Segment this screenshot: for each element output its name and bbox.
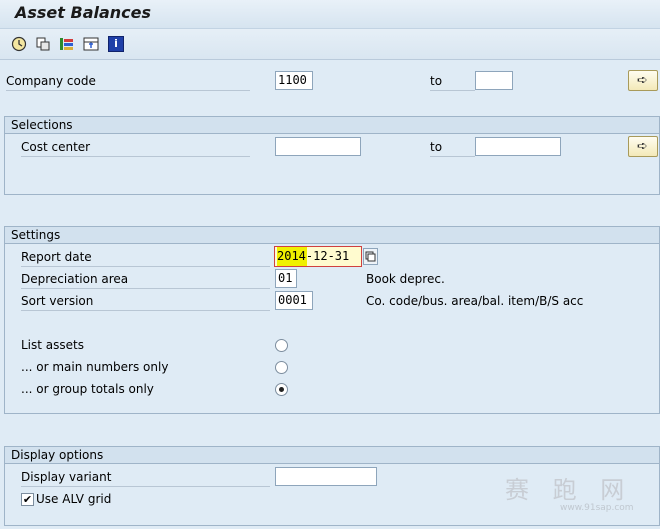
display-variant-field[interactable] [275,467,377,486]
company-code-to-label: to [430,73,475,91]
cost-center-to-field[interactable] [475,137,561,156]
use-alv-grid-checkbox[interactable]: ✔ [21,493,34,506]
company-code-to-field[interactable] [475,71,513,90]
settings-header: Settings [5,227,659,244]
selections-header: Selections [5,117,659,134]
display-options-header: Display options [5,447,659,464]
report-date-label: Report date [21,249,270,267]
cost-center-label: Cost center [21,139,250,157]
report-date-field[interactable]: 2014-12-31 [274,246,362,267]
selection-options-icon[interactable] [59,36,75,52]
company-code-label: Company code [6,73,250,91]
sort-version-description: Co. code/bus. area/bal. item/B/S acc [366,294,584,308]
dynamic-selections-icon[interactable] [83,36,99,52]
list-assets-label: List assets [21,338,84,352]
cost-center-from-field[interactable] [275,137,361,156]
depreciation-area-label: Depreciation area [21,271,270,289]
arrow-right-icon: ➪ [637,73,648,88]
page-title: Asset Balances [15,3,152,22]
application-toolbar: i [0,29,660,60]
company-code-from-field[interactable]: 1100 [275,71,313,90]
main-numbers-radio[interactable] [275,361,288,374]
calendar-help-icon[interactable] [363,248,378,265]
execute-icon[interactable] [11,36,27,52]
info-icon[interactable]: i [108,36,124,52]
list-assets-radio[interactable] [275,339,288,352]
report-date-value: 2014-12-31 [277,247,350,266]
radio-selected-dot [279,387,284,392]
depreciation-area-description: Book deprec. [366,272,445,286]
company-code-multiple-selection-button[interactable]: ➪ [628,70,658,91]
arrow-right-icon: ➪ [637,139,648,154]
group-totals-radio[interactable] [275,383,288,396]
main-numbers-label: ... or main numbers only [21,360,169,374]
cost-center-to-label: to [430,139,475,157]
display-variant-label: Display variant [21,469,270,487]
use-alv-grid-label: Use ALV grid [36,492,112,506]
watermark-logo: 赛 跑 网 [505,476,633,504]
copy-icon[interactable] [35,36,51,52]
title-bar: Asset Balances [0,0,660,29]
cost-center-multiple-selection-button[interactable]: ➪ [628,136,658,157]
sort-version-field[interactable]: 0001 [275,291,313,310]
group-totals-label: ... or group totals only [21,382,154,396]
sort-version-label: Sort version [21,293,270,311]
depreciation-area-field[interactable]: 01 [275,269,297,288]
watermark-url: www.91sap.com [560,503,634,513]
